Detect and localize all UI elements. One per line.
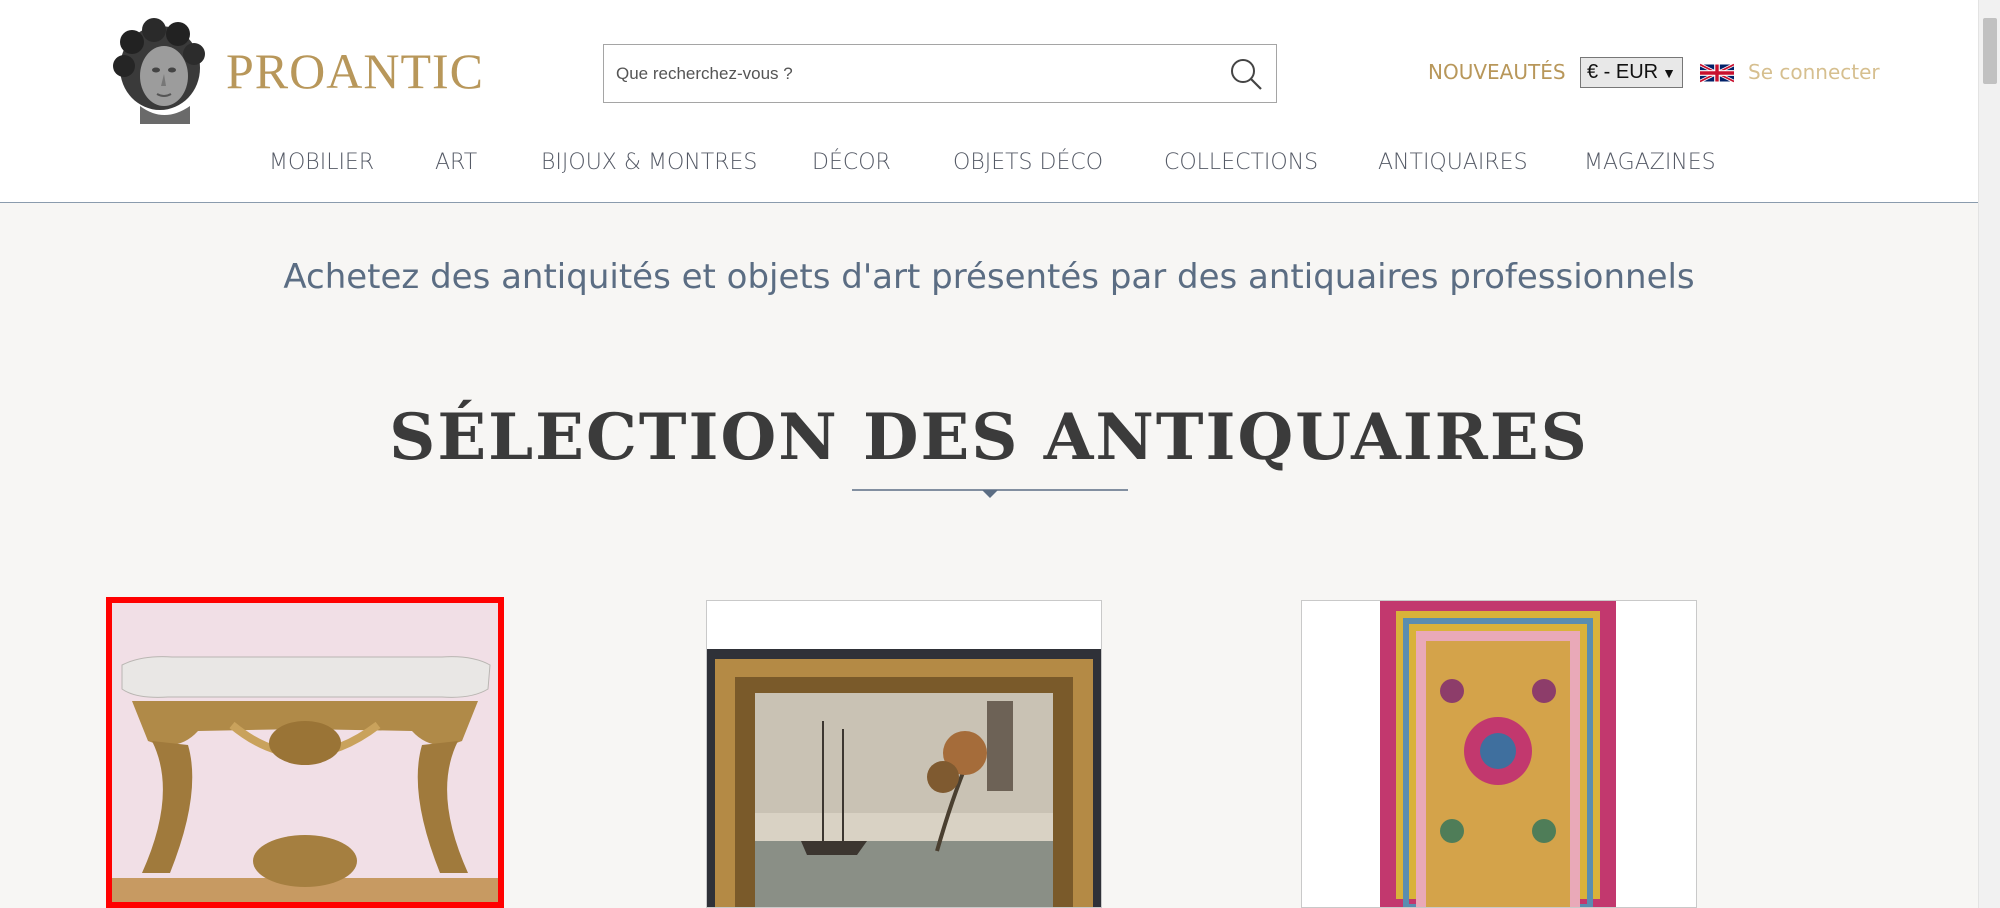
nav-item-magazines[interactable]: MAGAZINES [1584, 150, 1716, 175]
main-nav: MOBILIER ART BIJOUX & MONTRES DÉCOR OBJE… [0, 150, 1978, 180]
new-arrivals-link[interactable]: NOUVEAUTÉS [1428, 60, 1566, 84]
page-scrollbar[interactable] [1978, 0, 2000, 908]
logo-bust-icon [113, 18, 205, 124]
nav-item-decor[interactable]: DÉCOR [812, 150, 891, 175]
search-input[interactable] [616, 45, 1206, 102]
brand-name: PROANTIC [226, 43, 485, 99]
section-title: SÉLECTION DES ANTIQUAIRES [389, 400, 1589, 475]
chevron-down-icon: ▼ [1662, 64, 1676, 81]
login-link[interactable]: Se connecter [1748, 60, 1880, 84]
console-table-image [112, 603, 498, 902]
title-divider [852, 489, 1128, 498]
currency-select[interactable]: € - EUR ▼ [1580, 57, 1683, 88]
scrollbar-thumb[interactable] [1983, 18, 1997, 84]
nav-item-bijoux-montres[interactable]: BIJOUX & MONTRES [541, 150, 757, 175]
marine-painting-image [707, 601, 1101, 907]
product-card-painting[interactable] [706, 600, 1102, 908]
nav-item-objets-deco[interactable]: OBJETS DÉCO [953, 150, 1103, 175]
nav-item-art[interactable]: ART [435, 150, 477, 175]
page-tagline: Achetez des antiquités et objets d'art p… [283, 257, 1695, 297]
logo[interactable]: PROANTIC [110, 18, 484, 124]
search-box [603, 44, 1277, 103]
persian-rug-image [1302, 601, 1696, 907]
product-card-console[interactable] [106, 597, 504, 908]
product-card-rug[interactable] [1301, 600, 1697, 908]
currency-value: € - EUR [1587, 61, 1659, 83]
nav-item-mobilier[interactable]: MOBILIER [269, 150, 374, 175]
site-header: PROANTIC NOUVEAUTÉS € - EUR ▼ Se connect… [0, 0, 1978, 203]
uk-flag-icon[interactable] [1700, 61, 1734, 85]
nav-item-antiquaires[interactable]: ANTIQUAIRES [1378, 150, 1528, 175]
nav-item-collections[interactable]: COLLECTIONS [1164, 150, 1318, 175]
search-icon[interactable] [1228, 56, 1264, 92]
